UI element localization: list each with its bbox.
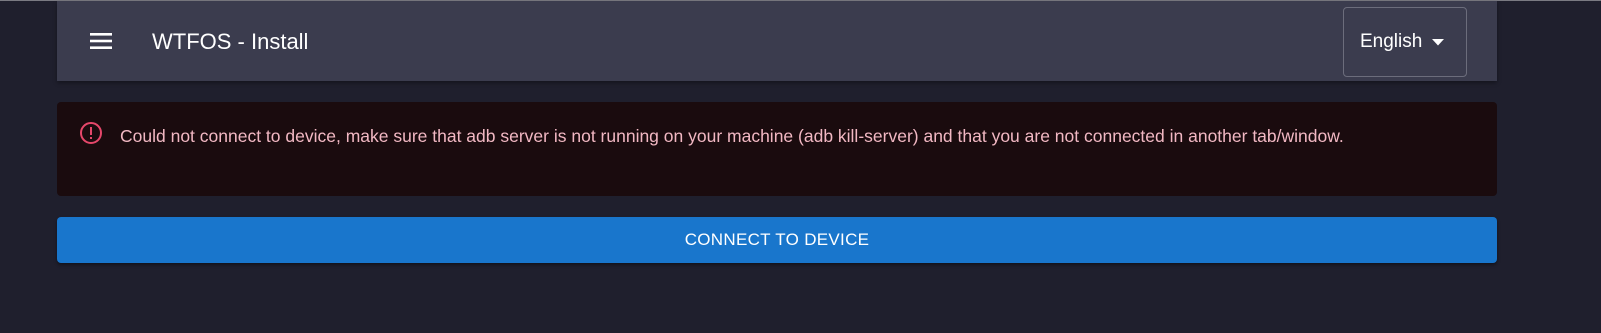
app-title: WTFOS - Install [152,29,309,54]
caret-down-icon [1432,38,1445,45]
language-selected-value: English [1360,31,1423,52]
language-select[interactable]: English [1343,7,1467,77]
error-alert: Could not connect to device, make sure t… [57,102,1497,196]
connect-to-device-button[interactable]: CONNECT TO DEVICE [57,217,1497,263]
error-message: Could not connect to device, make sure t… [120,126,1344,146]
app-bar: WTFOS - Install English [57,1,1497,81]
hamburger-menu-icon[interactable] [90,30,112,52]
error-outline-icon [80,122,102,144]
